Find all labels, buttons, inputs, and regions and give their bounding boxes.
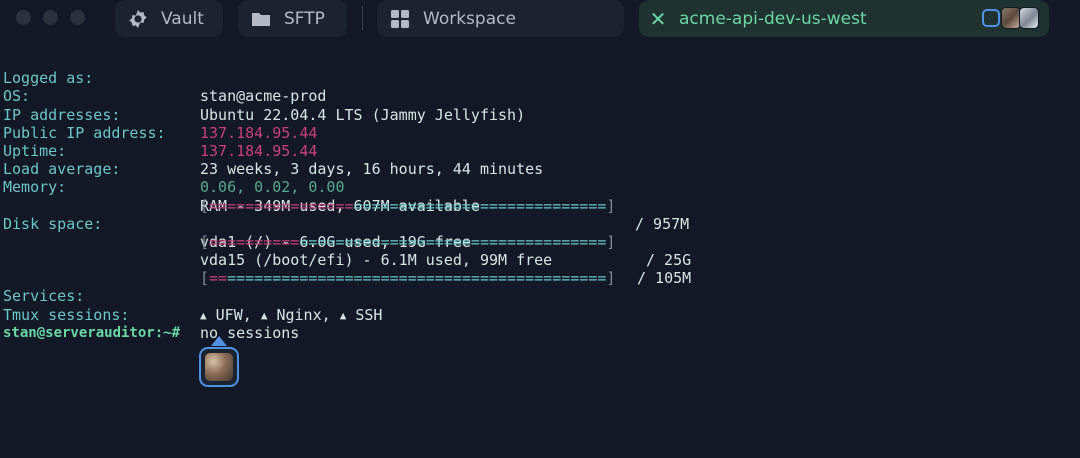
folder-icon	[250, 8, 272, 30]
tab-vault[interactable]: Vault	[115, 0, 223, 37]
window-zoom-button[interactable]	[70, 10, 85, 25]
info-row-load: Load average: 0.06, 0.02, 0.00	[0, 142, 1080, 196]
info-row-disk-vda1: Disk space: vda1 (/) - 6.0G used, 19G fr…	[0, 197, 1080, 269]
info-row-memory: Memory: RAM - 349M used, 607M available …	[0, 160, 1080, 232]
info-row-os: OS: Ubuntu 22.04.4 LTS (Jammy Jellyfish)	[0, 69, 1080, 123]
tab-separator	[362, 6, 363, 30]
tab-workspace[interactable]: Workspace	[377, 0, 624, 37]
shell-prompt: stan@serverauditor:~#	[3, 324, 181, 341]
grid-icon	[389, 8, 411, 30]
shell-prompt-row[interactable]: stan@serverauditor:~#	[0, 306, 1080, 341]
info-row-logged-as: Logged as: stan@acme-prod	[0, 51, 1080, 105]
split-view-icon[interactable]	[982, 9, 1000, 27]
close-icon[interactable]: ✕	[649, 9, 667, 29]
tab-sftp[interactable]: SFTP	[238, 0, 347, 37]
disk-vda15-usage-bar: [=======================================…	[0, 251, 1080, 287]
tab-workspace-label: Workspace	[423, 8, 516, 29]
collaborator-avatar[interactable]	[1019, 7, 1039, 29]
tab-active-host-label: acme-api-dev-us-west	[679, 8, 867, 29]
disk-vda1-usage-bar: [=======================================…	[0, 215, 1080, 251]
info-row-ip: IP addresses: 137.184.95.44	[0, 87, 1080, 142]
collaborator-avatar[interactable]	[1001, 7, 1021, 29]
window-close-button[interactable]	[16, 10, 31, 25]
collaborator-cursor-frame	[199, 347, 239, 387]
memory-usage-bar: [=======================================…	[0, 178, 1080, 215]
window-minimize-button[interactable]	[43, 10, 58, 25]
tab-bar: Vault SFTP Workspace ✕ acme-api-dev-us-w…	[0, 0, 1080, 38]
info-row-disk-vda15: vda15 (/boot/efi) - 6.1M used, 99M free …	[0, 233, 1080, 287]
cursor-pointer-icon	[211, 336, 227, 346]
info-row-tmux: Tmux sessions: no sessions	[0, 287, 1080, 342]
tab-collaborators	[982, 7, 1039, 29]
info-row-public-ip: Public IP address: 137.184.95.44	[0, 106, 1080, 160]
info-row-uptime: Uptime: 23 weeks, 3 days, 16 hours, 44 m…	[0, 124, 1080, 178]
collaborator-cursor[interactable]	[199, 336, 239, 388]
tab-sftp-label: SFTP	[284, 8, 325, 29]
collaborator-avatar-photo	[205, 353, 233, 381]
terminal-output[interactable]: Logged as: stan@acme-prod OS: Ubuntu 22.…	[0, 51, 1080, 342]
vault-icon	[127, 8, 149, 30]
info-row-services: Services: ▲ UFW, ▲ Nginx, ▲ SSH	[0, 269, 1080, 323]
tab-vault-label: Vault	[161, 8, 204, 29]
tab-active-host[interactable]: ✕ acme-api-dev-us-west	[639, 0, 1049, 37]
